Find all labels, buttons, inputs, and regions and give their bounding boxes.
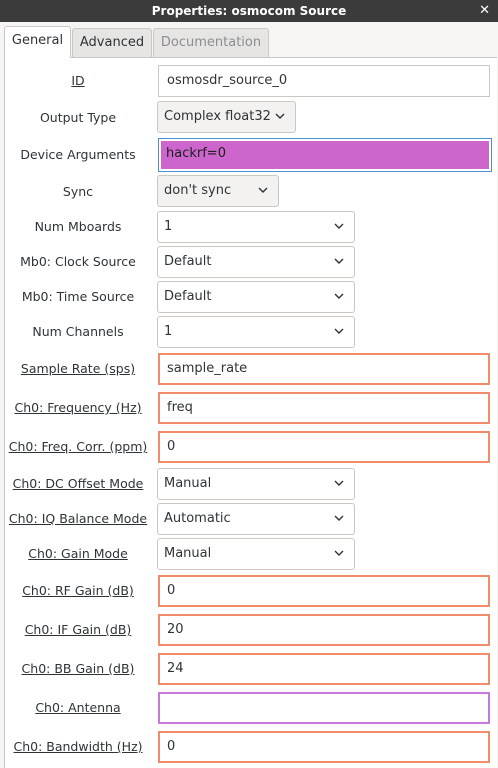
field-label: Ch0: DC Offset Mode: [12, 476, 144, 491]
id-input[interactable]: osmosdr_source_0: [158, 65, 490, 97]
row-bandwidth: Ch0: Bandwidth (Hz) 0: [0, 731, 498, 765]
field-label: Mb0: Clock Source: [20, 254, 136, 269]
close-icon[interactable]: ✕: [479, 0, 490, 22]
bandwidth-input[interactable]: 0: [158, 731, 490, 763]
field-label: Output Type: [39, 110, 117, 125]
dropdown-value: Default: [164, 254, 212, 269]
field-label: Sync: [62, 184, 94, 199]
row-num-channels: Num Channels 1: [0, 316, 498, 350]
row-device-args: Device Arguments hackrf=0: [0, 138, 498, 172]
row-num-mboards: Num Mboards 1: [0, 211, 498, 245]
dropdown-value: 1: [164, 324, 173, 339]
dropdown-value: don't sync: [164, 183, 232, 198]
tab-advanced[interactable]: Advanced: [72, 28, 152, 58]
sample-rate-input[interactable]: sample_rate: [158, 353, 490, 385]
field-label: Sample Rate (sps): [20, 361, 136, 376]
field-label: Num Channels: [32, 324, 124, 339]
row-rf-gain: Ch0: RF Gain (dB) 0: [0, 575, 498, 609]
bb-gain-input[interactable]: 24: [158, 653, 490, 685]
field-label: ID: [71, 73, 85, 88]
output-type-dropdown[interactable]: Complex float32: [157, 101, 296, 133]
gain-mode-dropdown[interactable]: Manual: [157, 538, 355, 570]
field-label: Ch0: Bandwidth (Hz): [13, 739, 143, 754]
tab-documentation[interactable]: Documentation: [153, 28, 269, 58]
chevron-down-icon: [334, 539, 344, 557]
row-frequency: Ch0: Frequency (Hz) freq: [0, 392, 498, 426]
freq-corr-input[interactable]: 0: [158, 431, 490, 463]
device-arguments-input[interactable]: hackrf=0: [158, 138, 492, 172]
dropdown-value: Default: [164, 289, 212, 304]
row-output-type: Output Type Complex float32: [0, 101, 498, 135]
rf-gain-input[interactable]: 0: [158, 575, 490, 607]
dropdown-value: Manual: [164, 476, 212, 491]
field-label: Ch0: IQ Balance Mode: [8, 511, 148, 526]
tab-general[interactable]: General: [4, 26, 71, 58]
field-label: Ch0: RF Gain (dB): [22, 583, 134, 598]
chevron-down-icon: [334, 317, 344, 335]
chevron-down-icon: [334, 504, 344, 522]
row-gain-mode: Ch0: Gain Mode Manual: [0, 538, 498, 572]
dc-offset-mode-dropdown[interactable]: Manual: [157, 468, 355, 500]
if-gain-input[interactable]: 20: [158, 614, 490, 646]
row-id: ID osmosdr_source_0: [0, 64, 498, 98]
field-label: Ch0: Gain Mode: [28, 546, 128, 561]
tab-bar: General Advanced Documentation: [0, 22, 498, 58]
field-label: Ch0: Freq. Corr. (ppm): [8, 439, 148, 454]
row-sample-rate: Sample Rate (sps) sample_rate: [0, 353, 498, 387]
dropdown-value: Automatic: [164, 511, 231, 526]
sync-dropdown[interactable]: don't sync: [157, 175, 279, 207]
row-bb-gain: Ch0: BB Gain (dB) 24: [0, 653, 498, 687]
chevron-down-icon: [334, 247, 344, 265]
chevron-down-icon: [258, 176, 268, 194]
row-freq-corr: Ch0: Freq. Corr. (ppm) 0: [0, 431, 498, 465]
field-label: Ch0: Antenna: [35, 700, 121, 715]
chevron-down-icon: [334, 282, 344, 300]
num-mboards-dropdown[interactable]: 1: [157, 211, 355, 243]
row-iq-balance: Ch0: IQ Balance Mode Automatic: [0, 503, 498, 537]
iq-balance-mode-dropdown[interactable]: Automatic: [157, 503, 355, 535]
row-time-source: Mb0: Time Source Default: [0, 281, 498, 315]
chevron-down-icon: [334, 212, 344, 230]
antenna-input[interactable]: [158, 692, 490, 724]
row-dc-offset: Ch0: DC Offset Mode Manual: [0, 468, 498, 502]
dropdown-value: 1: [164, 219, 173, 234]
time-source-dropdown[interactable]: Default: [157, 281, 355, 313]
clock-source-dropdown[interactable]: Default: [157, 246, 355, 278]
field-label: Device Arguments: [20, 147, 136, 162]
field-label: Num Mboards: [34, 219, 122, 234]
chevron-down-icon: [334, 469, 344, 487]
row-sync: Sync don't sync: [0, 175, 498, 209]
dropdown-value: Complex float32: [164, 109, 271, 124]
chevron-down-icon: [275, 102, 285, 120]
frequency-input[interactable]: freq: [158, 392, 490, 424]
selected-text: hackrf=0: [161, 141, 489, 169]
window-title: Properties: osmocom Source: [151, 4, 347, 18]
window-titlebar: Properties: osmocom Source ✕: [0, 0, 498, 22]
row-clock-source: Mb0: Clock Source Default: [0, 246, 498, 280]
row-antenna: Ch0: Antenna: [0, 692, 498, 726]
field-label: Ch0: IF Gain (dB): [24, 622, 132, 637]
dropdown-value: Manual: [164, 546, 212, 561]
field-label: Ch0: BB Gain (dB): [21, 661, 135, 676]
row-if-gain: Ch0: IF Gain (dB) 20: [0, 614, 498, 648]
field-label: Ch0: Frequency (Hz): [14, 400, 142, 415]
num-channels-dropdown[interactable]: 1: [157, 316, 355, 348]
field-label: Mb0: Time Source: [21, 289, 135, 304]
